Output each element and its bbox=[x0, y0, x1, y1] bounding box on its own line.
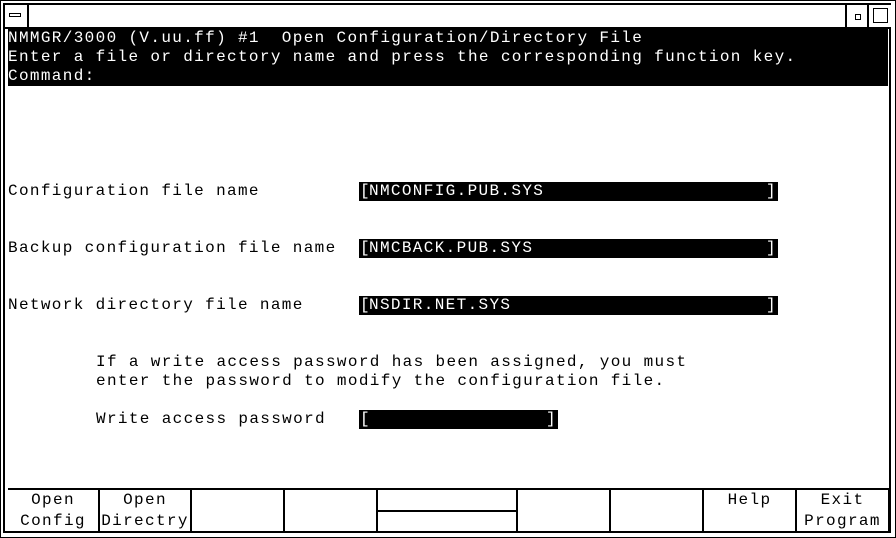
maximize-button[interactable] bbox=[867, 5, 891, 27]
fkey-label: Config bbox=[20, 512, 86, 530]
instruction-text: Enter a file or directory name and press… bbox=[8, 48, 797, 66]
screen-title: NMMGR/3000 (V.uu.ff) #1 Open Configurati… bbox=[8, 29, 644, 47]
fkey-open-directory[interactable]: Open Directry bbox=[100, 490, 192, 532]
bracket-close: ] bbox=[766, 239, 777, 257]
fkey-label: Exit bbox=[820, 491, 865, 509]
bracket-open: [ bbox=[360, 410, 371, 428]
minimize-button[interactable] bbox=[845, 5, 869, 27]
fkey-open-config[interactable]: Open Config bbox=[8, 490, 100, 532]
fkey-7[interactable] bbox=[611, 490, 704, 532]
bracket-close: ] bbox=[766, 296, 777, 314]
backup-file-input[interactable]: [ NMCBACK.PUB.SYS ] bbox=[359, 239, 778, 258]
fkey-5[interactable] bbox=[378, 490, 518, 532]
bracket-close: ] bbox=[766, 182, 777, 200]
minimize-icon bbox=[855, 14, 861, 20]
fkey-4[interactable] bbox=[285, 490, 378, 532]
directory-file-label: Network directory file name bbox=[8, 296, 304, 314]
system-menu-button[interactable] bbox=[5, 5, 29, 27]
password-note-line1: If a write access password has been assi… bbox=[96, 353, 688, 371]
fkey-3[interactable] bbox=[192, 490, 285, 532]
password-label: Write access password bbox=[96, 410, 326, 428]
fkey-help[interactable]: Help bbox=[704, 490, 797, 532]
config-file-label: Configuration file name bbox=[8, 182, 260, 200]
fkey-label: Directry bbox=[101, 512, 189, 530]
config-file-input[interactable]: [ NMCONFIG.PUB.SYS ] bbox=[359, 182, 778, 201]
fkey-exit-program[interactable]: Exit Program bbox=[797, 490, 890, 532]
config-file-value: NMCONFIG.PUB.SYS bbox=[369, 182, 545, 200]
fkey-divider bbox=[378, 510, 516, 512]
directory-file-input[interactable]: [ NSDIR.NET.SYS ] bbox=[359, 296, 778, 315]
directory-file-value: NSDIR.NET.SYS bbox=[369, 296, 512, 314]
fkey-label: Program bbox=[804, 512, 881, 530]
function-key-bar: Open Config Open Directry Help Exit Prog… bbox=[8, 488, 890, 534]
command-label: Command: bbox=[8, 67, 96, 85]
fkey-label: Open bbox=[123, 491, 167, 509]
backup-file-value: NMCBACK.PUB.SYS bbox=[369, 239, 534, 257]
fkey-label: Open bbox=[31, 491, 75, 509]
fkey-6[interactable] bbox=[518, 490, 611, 532]
system-menu-icon bbox=[9, 13, 21, 17]
password-input[interactable]: [ ] bbox=[359, 410, 558, 429]
fkey-label: Help bbox=[727, 491, 772, 509]
backup-file-label: Backup configuration file name bbox=[8, 239, 337, 257]
command-input[interactable] bbox=[96, 67, 888, 86]
title-bar[interactable] bbox=[5, 5, 891, 29]
screen-header: NMMGR/3000 (V.uu.ff) #1 Open Configurati… bbox=[8, 29, 888, 86]
maximize-icon bbox=[873, 8, 888, 23]
bracket-close: ] bbox=[546, 410, 557, 428]
password-note-line2: enter the password to modify the configu… bbox=[96, 372, 666, 390]
